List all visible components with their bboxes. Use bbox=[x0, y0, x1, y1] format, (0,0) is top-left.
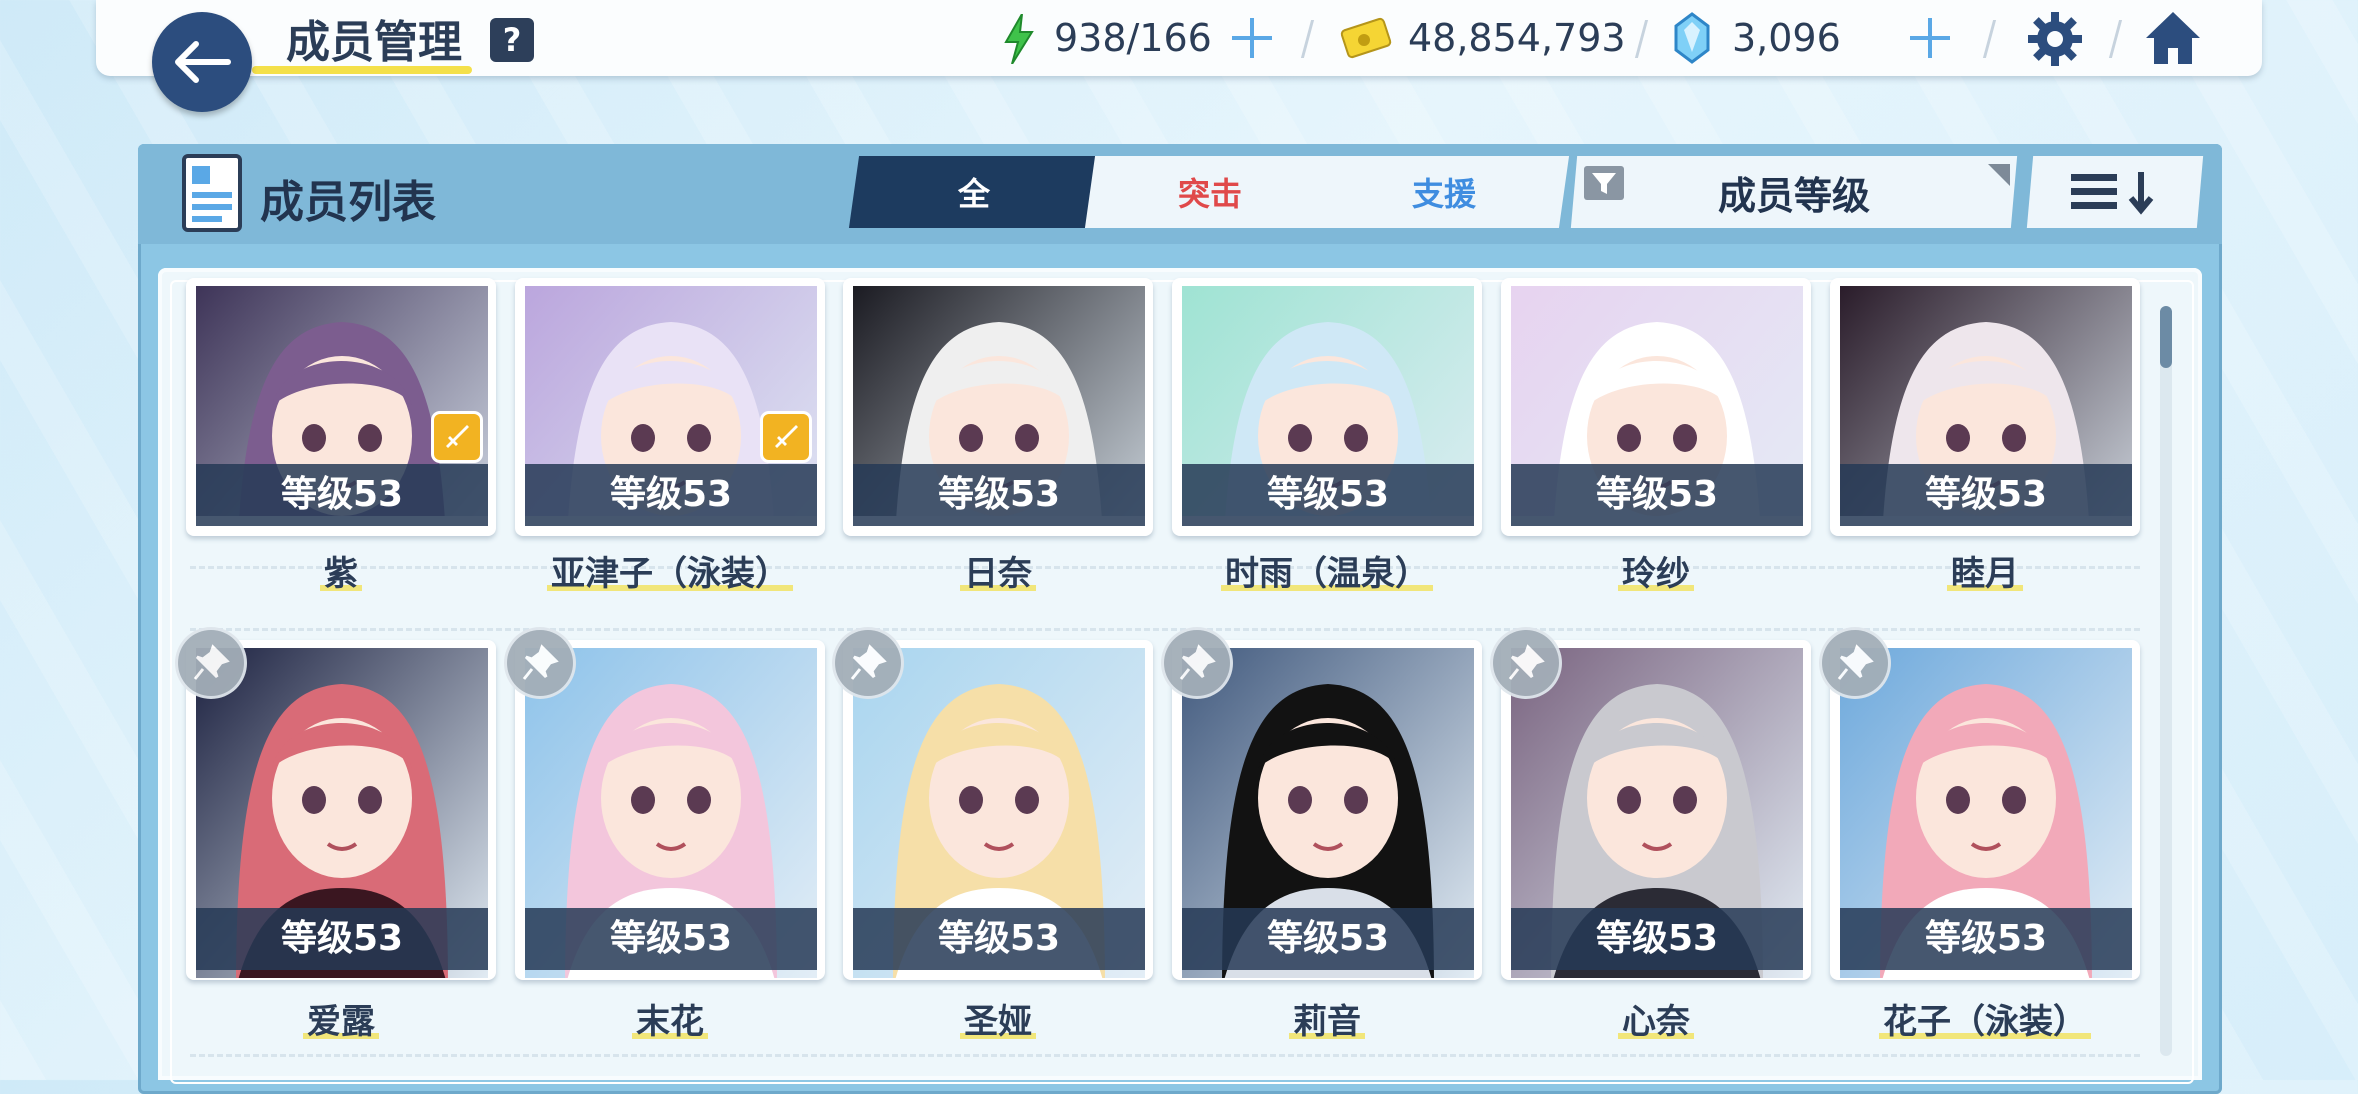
pin-icon bbox=[1179, 644, 1216, 680]
student-card[interactable]: 等级53 bbox=[515, 278, 825, 536]
member-list-icon bbox=[182, 154, 242, 232]
pin-button[interactable] bbox=[835, 630, 901, 696]
student-name: 时雨（温泉） bbox=[1162, 546, 1492, 595]
tab-label: 突击 bbox=[1177, 175, 1242, 213]
sort-dropdown[interactable]: 成员等级 bbox=[1570, 156, 2018, 228]
settings-gear-icon[interactable] bbox=[2026, 10, 2084, 68]
level-label: 等级53 bbox=[196, 464, 488, 526]
pin-button[interactable] bbox=[507, 630, 573, 696]
pin-button[interactable] bbox=[1164, 630, 1230, 696]
student-name: 花子（泳装） bbox=[1820, 994, 2150, 1043]
student-card[interactable]: 等级53 bbox=[1172, 278, 1482, 536]
sword-icon bbox=[446, 425, 469, 448]
student-name: 日奈 bbox=[833, 546, 1163, 595]
student-card[interactable]: 等级53 bbox=[186, 640, 496, 980]
striker-badge bbox=[763, 414, 809, 460]
student-name: 玲纱 bbox=[1491, 546, 1821, 595]
level-label: 等级53 bbox=[853, 464, 1145, 526]
level-label: 等级53 bbox=[1511, 464, 1803, 526]
pin-icon bbox=[1837, 644, 1874, 680]
student-name: 亚津子（泳装） bbox=[505, 546, 835, 595]
level-label: 等级53 bbox=[525, 464, 817, 526]
student-card[interactable]: 等级53 bbox=[1830, 640, 2140, 980]
student-name: 圣娅 bbox=[833, 994, 1163, 1043]
student-name-text: 睦月 bbox=[1947, 554, 2023, 594]
filter-icon[interactable] bbox=[1584, 166, 1624, 200]
scrollbar-track[interactable] bbox=[2160, 306, 2172, 1056]
striker-badge bbox=[434, 414, 480, 460]
student-card[interactable]: 等级53 bbox=[843, 640, 1153, 980]
student-name: 睦月 bbox=[1820, 546, 2150, 595]
page-title: 成员管理 bbox=[286, 17, 462, 68]
level-label: 等级53 bbox=[1840, 464, 2132, 526]
pin-button[interactable] bbox=[1822, 630, 1888, 696]
pin-icon bbox=[522, 644, 559, 680]
arrow-left-icon bbox=[175, 41, 231, 83]
student-card[interactable]: 等级53 bbox=[843, 278, 1153, 536]
back-button[interactable] bbox=[152, 12, 252, 112]
pin-icon bbox=[1508, 644, 1545, 680]
panel-title: 成员列表 bbox=[260, 177, 436, 228]
student-name-text: 玲纱 bbox=[1618, 554, 1694, 594]
pin-icon bbox=[193, 644, 230, 680]
student-name-text: 爱露 bbox=[303, 1002, 379, 1042]
pin-icon bbox=[850, 644, 887, 680]
student-name: 莉音 bbox=[1162, 994, 1492, 1043]
level-label: 等级53 bbox=[1840, 908, 2132, 970]
sort-descending-icon bbox=[2071, 172, 2154, 215]
sort-label: 成员等级 bbox=[1717, 173, 1870, 218]
student-name-text: 末花 bbox=[632, 1002, 708, 1042]
tab-special[interactable]: 支援 bbox=[1318, 156, 1570, 228]
student-name-text: 圣娅 bbox=[960, 1002, 1036, 1042]
student-card[interactable]: 等级53 bbox=[186, 278, 496, 536]
tab-label: 全 bbox=[957, 175, 990, 213]
scrollbar-thumb[interactable] bbox=[2160, 306, 2172, 368]
level-label: 等级53 bbox=[1182, 908, 1474, 970]
student-name-text: 日奈 bbox=[960, 554, 1036, 594]
student-card[interactable]: 等级53 bbox=[1830, 278, 2140, 536]
help-button[interactable]: ? bbox=[490, 18, 534, 62]
student-name: 末花 bbox=[505, 994, 835, 1043]
add-ap-button[interactable] bbox=[1228, 14, 1276, 62]
tab-label: 支援 bbox=[1411, 175, 1476, 213]
student-name-text: 莉音 bbox=[1289, 1002, 1365, 1042]
ap-value: 938/166 bbox=[1054, 16, 1212, 60]
pin-button[interactable] bbox=[178, 630, 244, 696]
level-label: 等级53 bbox=[1511, 908, 1803, 970]
student-name-text: 花子（泳装） bbox=[1879, 1002, 2091, 1042]
home-icon[interactable] bbox=[2142, 8, 2204, 68]
level-label: 等级53 bbox=[1182, 464, 1474, 526]
level-label: 等级53 bbox=[196, 908, 488, 970]
row-divider bbox=[190, 1054, 2140, 1057]
level-label: 等级53 bbox=[525, 908, 817, 970]
student-name-text: 时雨（温泉） bbox=[1221, 554, 1433, 594]
tab-striker[interactable]: 突击 bbox=[1084, 156, 1336, 228]
student-card[interactable]: 等级53 bbox=[1172, 640, 1482, 980]
pyroxene-icon bbox=[1674, 12, 1710, 64]
student-name-text: 亚津子（泳装） bbox=[547, 554, 793, 594]
pyroxene-value: 3,096 bbox=[1732, 16, 1841, 60]
student-name-text: 心奈 bbox=[1618, 1002, 1694, 1042]
student-card[interactable]: 等级53 bbox=[1501, 640, 1811, 980]
add-pyroxene-button[interactable] bbox=[1906, 14, 1954, 62]
sword-icon bbox=[775, 425, 798, 448]
student-name: 爱露 bbox=[176, 994, 506, 1043]
level-label: 等级53 bbox=[853, 908, 1145, 970]
student-name: 心奈 bbox=[1491, 994, 1821, 1043]
sort-order-button[interactable] bbox=[2026, 156, 2204, 228]
credit-icon bbox=[1340, 17, 1392, 59]
tab-all[interactable]: 全 bbox=[848, 156, 1100, 228]
student-name: 紫 bbox=[176, 546, 506, 595]
credits-value: 48,854,793 bbox=[1408, 16, 1626, 60]
student-name-text: 紫 bbox=[320, 554, 362, 594]
lightning-icon bbox=[1004, 14, 1034, 64]
student-card[interactable]: 等级53 bbox=[1501, 278, 1811, 536]
student-card[interactable]: 等级53 bbox=[515, 640, 825, 980]
dropdown-corner-icon bbox=[1988, 164, 2010, 186]
pin-button[interactable] bbox=[1493, 630, 1559, 696]
